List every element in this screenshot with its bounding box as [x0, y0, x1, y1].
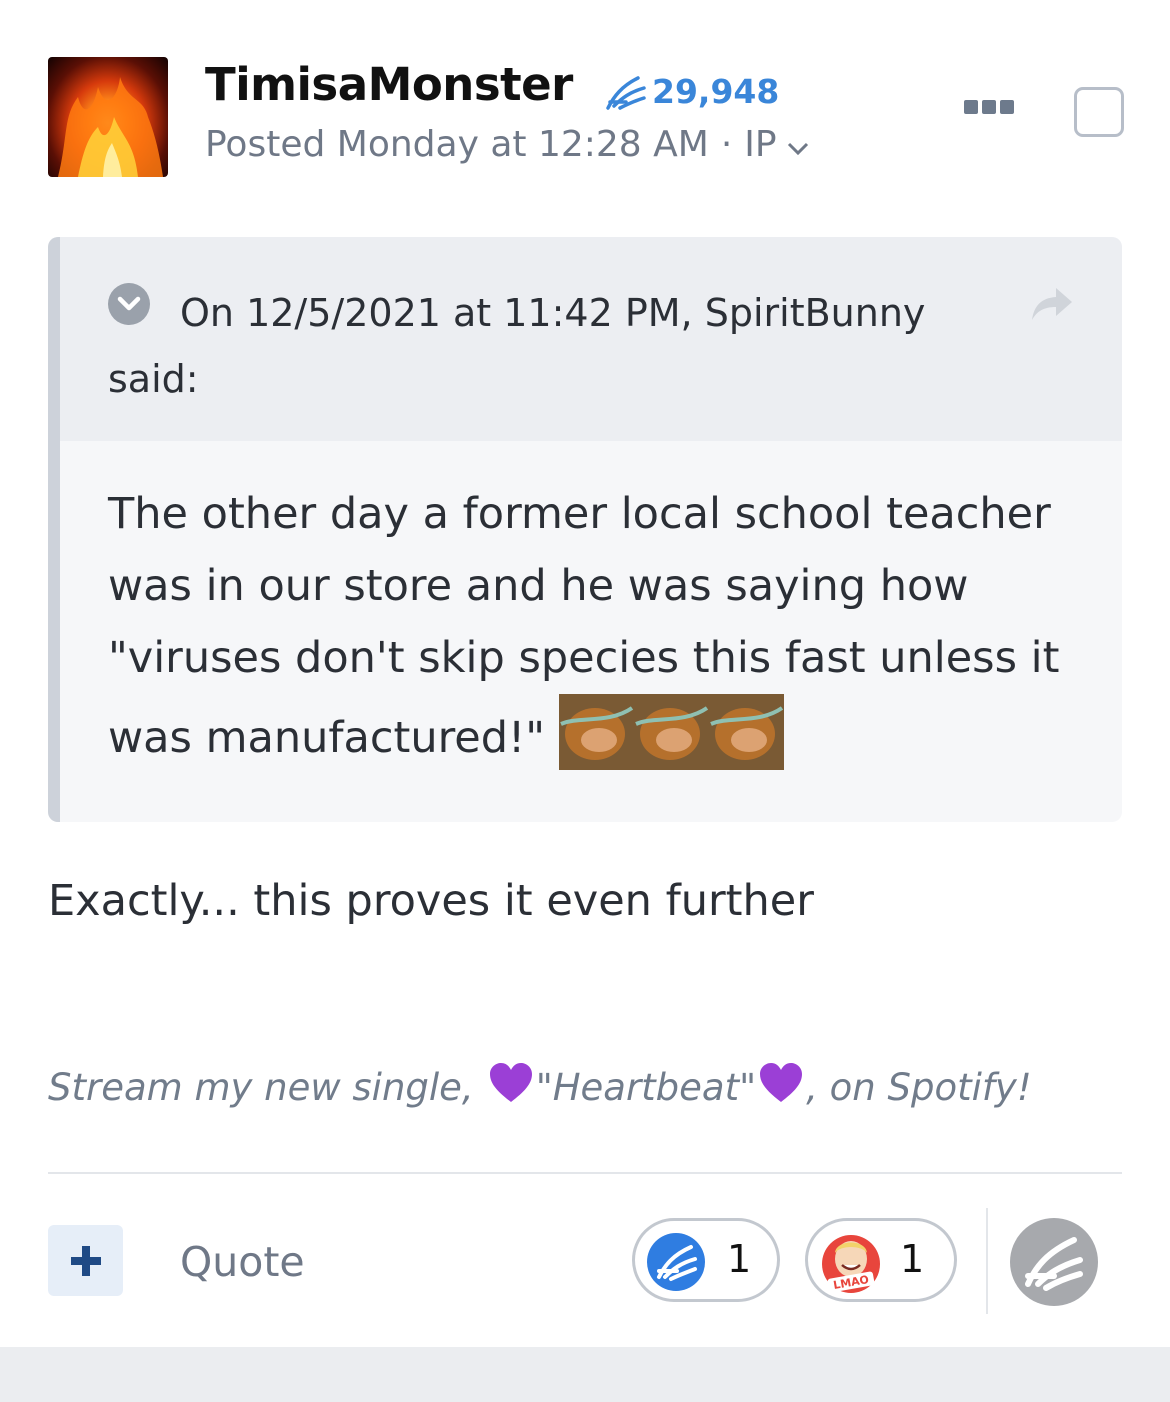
avatar[interactable] [48, 57, 168, 177]
quote-button[interactable]: Quote [180, 1238, 305, 1286]
purple-heart-icon [758, 1062, 804, 1113]
quote-text: The other day a former local school teac… [108, 478, 1068, 774]
select-post-checkbox[interactable] [1074, 87, 1124, 137]
posted-timestamp[interactable]: Posted Monday at 12:28 AM [205, 124, 709, 165]
reaction-count: 1 [900, 1237, 925, 1281]
wave-hand-icon [1010, 1218, 1098, 1306]
purple-heart-icon [488, 1062, 534, 1113]
page-bottom-band [0, 1347, 1170, 1402]
signature-song-title[interactable]: "Heartbeat" [536, 1066, 756, 1109]
more-options-icon[interactable] [964, 100, 1014, 116]
react-button[interactable] [1010, 1218, 1098, 1306]
lmao-icon: LMAO [820, 1233, 880, 1293]
reputation-badge: 29,948 [604, 72, 779, 111]
footer-divider [48, 1172, 1122, 1174]
user-signature: Stream my new single, "Heartbeat" , on S… [48, 1062, 1032, 1113]
post-content: Exactly... this proves it even further [48, 876, 814, 926]
plus-icon [70, 1245, 101, 1276]
reaction-pill-wave[interactable]: 1 [632, 1218, 780, 1302]
ip-link[interactable]: IP [744, 124, 776, 165]
quote-citation: On 12/5/2021 at 11:42 PM, SpiritBunny sa… [108, 291, 926, 401]
meta-separator: · [720, 124, 733, 165]
signature-text-before: Stream my new single, [48, 1066, 474, 1109]
reputation-count: 29,948 [652, 72, 780, 111]
go-to-quoted-post-icon[interactable] [1030, 286, 1074, 326]
wave-hand-icon [647, 1233, 705, 1291]
signature-text-after: , on Spotify! [806, 1066, 1032, 1109]
reaction-count: 1 [727, 1237, 752, 1281]
reaction-divider [986, 1208, 988, 1314]
author-name[interactable]: TimisaMonster [205, 58, 573, 111]
quote-bar [48, 237, 60, 822]
multiquote-add-button[interactable] [48, 1225, 123, 1296]
chevron-down-icon[interactable] [787, 124, 809, 165]
wave-hand-icon [606, 75, 646, 110]
reaction-pill-lmao[interactable]: LMAO 1 [805, 1218, 957, 1302]
emoji-images [559, 694, 785, 770]
post-meta: Posted Monday at 12:28 AM · IP [205, 124, 809, 165]
